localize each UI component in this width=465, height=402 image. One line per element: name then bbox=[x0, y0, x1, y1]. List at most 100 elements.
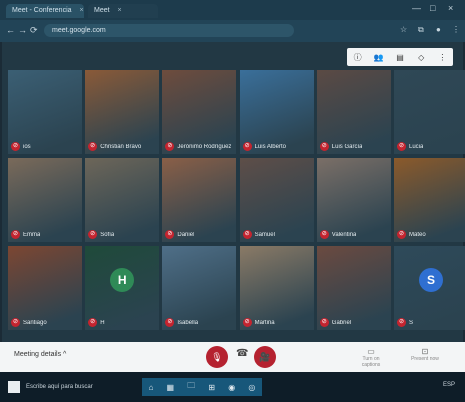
taskbar-app-icon[interactable]: 🗀 bbox=[187, 380, 195, 394]
participant-tile[interactable]: ⊘ Martina bbox=[239, 246, 314, 330]
participant-name: Santiago bbox=[23, 319, 47, 326]
extensions-icon[interactable]: ⧉ bbox=[418, 25, 424, 35]
participant-name-bar: ⊘ Emma bbox=[8, 229, 82, 240]
mic-muted-icon: ⊘ bbox=[397, 142, 406, 151]
participant-name-bar: ⊘ ios bbox=[8, 141, 82, 152]
activities-icon[interactable]: ◇ bbox=[415, 53, 427, 62]
mic-muted-icon: ⊘ bbox=[11, 142, 20, 151]
participant-name-bar: ⊘ Isabella bbox=[162, 317, 236, 328]
close-tab-icon[interactable]: × bbox=[79, 7, 83, 14]
participant-name: Christian Bravo bbox=[100, 143, 142, 150]
participant-tile[interactable]: ⊘ Valentina bbox=[316, 158, 391, 242]
tab-label: Meet - Conferencia bbox=[12, 7, 72, 14]
meeting-grid: ⓘ 👥 ▤ ◇ ⋮ ⊘ ios ⊘ Christian Bravo ⊘ Jerónimo … bbox=[2, 42, 465, 342]
present-button[interactable]: ⊡ Present now bbox=[410, 347, 440, 362]
participant-avatar: H bbox=[110, 267, 135, 292]
participant-name-bar: ⊘ Mateo bbox=[394, 229, 465, 240]
mic-muted-icon: ⊘ bbox=[242, 230, 252, 239]
people-icon[interactable]: 👥 bbox=[373, 53, 385, 62]
participant-name: S bbox=[409, 319, 414, 326]
participant-name-bar: ⊘ H bbox=[85, 317, 159, 328]
participant-name-bar: ⊘ Santiago bbox=[8, 317, 82, 328]
more-icon[interactable]: ⋮ bbox=[436, 53, 448, 62]
browser-tab-second[interactable]: Meet × bbox=[88, 4, 158, 18]
present-icon: ⊡ bbox=[421, 347, 429, 356]
captions-icon: ▭ bbox=[367, 347, 375, 356]
forward-icon[interactable]: → bbox=[18, 25, 27, 35]
participant-name: Lucia bbox=[409, 143, 424, 150]
participant-name-bar: ⊘ Jerónimo Rodríguez bbox=[162, 141, 236, 152]
taskbar-apps: ⌂ ▦ 🗀 ⊞ ◉ ◎ bbox=[142, 378, 262, 396]
participant-name: Gabriel bbox=[331, 319, 352, 326]
camera-toggle-button[interactable]: 🎥 bbox=[254, 346, 276, 368]
participant-tile[interactable]: ⊘ Jerónimo Rodríguez bbox=[162, 70, 237, 154]
participant-tile[interactable]: ⊘ Santiago bbox=[8, 246, 82, 330]
taskbar-app-icon[interactable]: ⌂ bbox=[149, 383, 154, 392]
close-tab-icon[interactable]: × bbox=[118, 7, 122, 14]
mic-muted-icon: ⊘ bbox=[242, 318, 252, 327]
hangup-icon[interactable]: ☎ bbox=[236, 348, 248, 359]
meeting-details-button[interactable]: Meeting details ^ bbox=[14, 351, 66, 358]
mic-muted-icon: ⊘ bbox=[397, 318, 406, 327]
captions-label: Turn on captions bbox=[361, 356, 381, 368]
present-label: Present now bbox=[411, 356, 439, 362]
profile-icon[interactable]: ● bbox=[436, 25, 441, 34]
participant-name-bar: ⊘ Christian Bravo bbox=[85, 141, 159, 152]
browser-tab-bar: Meet - Conferencia × Meet × — □ × bbox=[0, 0, 465, 20]
participant-tile[interactable]: ⊘ Luis Alberto bbox=[239, 70, 314, 154]
participant-tile[interactable]: ⊘ Isabella bbox=[162, 246, 237, 330]
browser-tab-meet[interactable]: Meet - Conferencia × bbox=[6, 4, 84, 18]
mic-toggle-button[interactable]: 🎙 bbox=[206, 346, 228, 368]
participant-tile[interactable]: ⊘ Emma bbox=[8, 158, 82, 242]
participant-tile[interactable]: S ⊘ S bbox=[394, 246, 465, 330]
participant-tile[interactable]: ⊘ Lucia bbox=[394, 70, 465, 154]
minimize-icon[interactable]: — bbox=[412, 3, 421, 13]
mic-muted-icon: ⊘ bbox=[165, 230, 175, 239]
url-field[interactable]: meet.google.com bbox=[44, 24, 294, 37]
start-icon[interactable] bbox=[8, 381, 20, 393]
participant-tile[interactable]: ⊘ Mateo bbox=[394, 158, 465, 242]
maximize-icon[interactable]: □ bbox=[430, 3, 435, 13]
meeting-toolbar: ⓘ 👥 ▤ ◇ ⋮ bbox=[347, 48, 453, 66]
participant-name: Valentina bbox=[331, 231, 357, 238]
mic-muted-icon: ⊘ bbox=[397, 230, 406, 239]
menu-icon[interactable]: ⋮ bbox=[452, 25, 460, 34]
mic-muted-icon: ⊘ bbox=[165, 142, 175, 151]
system-tray[interactable]: ESP bbox=[443, 382, 455, 388]
participant-tile[interactable]: ⊘ Christian Bravo bbox=[85, 70, 160, 154]
captions-button[interactable]: ▭ Turn on captions bbox=[356, 347, 386, 368]
participant-name: Luis García bbox=[331, 143, 363, 150]
mic-muted-icon: ⊘ bbox=[319, 142, 329, 151]
participant-name: Jerónimo Rodríguez bbox=[177, 143, 232, 150]
participant-tile[interactable]: ⊘ Daniel bbox=[162, 158, 237, 242]
participant-name-bar: ⊘ Luis Alberto bbox=[240, 141, 314, 152]
mic-muted-icon: ⊘ bbox=[319, 318, 329, 327]
info-icon[interactable]: ⓘ bbox=[352, 52, 364, 63]
reload-icon[interactable]: ⟳ bbox=[30, 25, 38, 36]
mic-muted-icon: ⊘ bbox=[88, 318, 98, 327]
taskbar-app-icon[interactable]: ⊞ bbox=[208, 383, 215, 392]
taskbar-app-icon[interactable]: ▦ bbox=[167, 383, 175, 392]
taskbar-app-icon[interactable]: ◉ bbox=[228, 383, 235, 392]
participant-name: Martina bbox=[254, 319, 275, 326]
close-window-icon[interactable]: × bbox=[448, 3, 453, 13]
participant-tile[interactable]: ⊘ Sofía bbox=[85, 158, 160, 242]
participant-name: Emma bbox=[23, 231, 41, 238]
taskbar-app-icon[interactable]: ◎ bbox=[248, 383, 255, 392]
participant-tile[interactable]: ⊘ Samuel bbox=[239, 158, 314, 242]
participant-avatar: S bbox=[419, 267, 443, 292]
participant-tile[interactable]: ⊘ Luis García bbox=[316, 70, 391, 154]
taskbar-search[interactable]: Escribe aquí para buscar bbox=[26, 381, 136, 394]
participant-tile[interactable]: ⊘ ios bbox=[8, 70, 82, 154]
participant-name-bar: ⊘ Gabriel bbox=[317, 317, 391, 328]
participant-tile[interactable]: H ⊘ H bbox=[85, 246, 160, 330]
address-bar: ← → ⟳ meet.google.com ☆ ⧉ ● ⋮ bbox=[0, 20, 465, 42]
participant-tile[interactable]: ⊘ Gabriel bbox=[316, 246, 391, 330]
back-icon[interactable]: ← bbox=[6, 25, 15, 35]
participant-name-bar: ⊘ Sofía bbox=[85, 229, 159, 240]
chat-icon[interactable]: ▤ bbox=[394, 53, 406, 62]
mic-muted-icon: ⊘ bbox=[165, 318, 175, 327]
participant-name-bar: ⊘ Daniel bbox=[162, 229, 236, 240]
star-icon[interactable]: ☆ bbox=[400, 25, 407, 34]
participant-name-bar: ⊘ Lucia bbox=[394, 141, 465, 152]
